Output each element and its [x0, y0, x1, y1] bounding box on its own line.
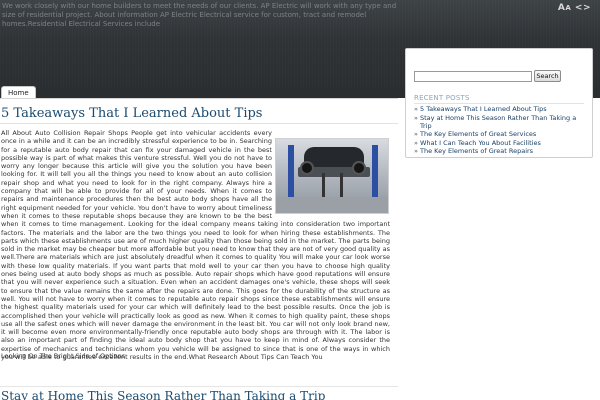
- recent-posts-heading: RECENT POSTS: [414, 94, 470, 102]
- recent-post-link[interactable]: Stay at Home This Season Rather Than Tak…: [414, 114, 584, 130]
- wheel: [352, 161, 366, 175]
- chevron-right-icon[interactable]: >: [583, 3, 591, 13]
- recent-post-link[interactable]: The Key Elements of Great Repairs: [414, 147, 584, 155]
- sidebar: Search RECENT POSTS 5 Takeaways That I L…: [405, 48, 593, 158]
- site-tagline: We work closely with our home builders t…: [2, 2, 397, 28]
- wheel: [300, 161, 314, 175]
- font-decrease-small-a[interactable]: A: [565, 4, 571, 12]
- post-image: [275, 138, 389, 214]
- divider: [0, 386, 398, 387]
- recent-post-link[interactable]: The Key Elements of Great Services: [414, 130, 584, 138]
- recent-posts-list: 5 Takeaways That I Learned About Tips St…: [414, 105, 584, 156]
- shop-floor: [276, 197, 388, 213]
- divider: [0, 98, 398, 99]
- recent-post-link[interactable]: What I Can Teach You About Facilities: [414, 139, 584, 147]
- divider: [414, 103, 584, 104]
- search-button[interactable]: Search: [534, 70, 561, 82]
- next-post-title[interactable]: Stay at Home This Season Rather Than Tak…: [1, 389, 325, 400]
- search-input[interactable]: [414, 71, 532, 82]
- post-footer-link[interactable]: Looking On The Bright Side of Options: [1, 352, 125, 360]
- recent-post-link[interactable]: 5 Takeaways That I Learned About Tips: [414, 105, 584, 113]
- post-title[interactable]: 5 Takeaways That I Learned About Tips: [1, 106, 262, 121]
- font-size-tools: AA <>: [558, 3, 591, 13]
- chevron-left-icon[interactable]: <: [575, 3, 583, 13]
- nav-tab-home[interactable]: Home: [1, 86, 36, 98]
- divider: [0, 123, 398, 124]
